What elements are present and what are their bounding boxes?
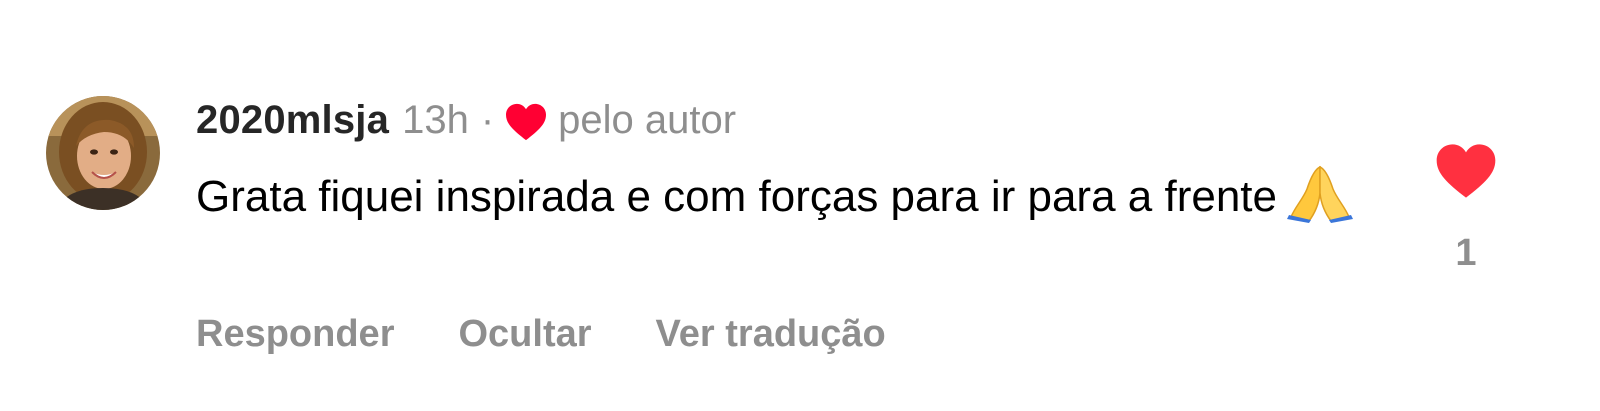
- comment-meta: 2020mlsja 13h · pelo autor: [196, 94, 736, 146]
- liked-by-author-label: pelo autor: [558, 97, 737, 142]
- timestamp[interactable]: 13h: [402, 98, 469, 143]
- like-count: 1: [1455, 232, 1477, 274]
- comment-text-block: Grata fiquei inspirada e com forças para…: [196, 163, 1376, 226]
- hide-button[interactable]: Ocultar: [458, 313, 591, 356]
- folded-hands-icon: [1287, 163, 1353, 223]
- like-button[interactable]: [1434, 140, 1498, 202]
- see-translation-button[interactable]: Ver tradução: [656, 313, 886, 356]
- reply-button[interactable]: Responder: [196, 313, 394, 356]
- heart-filled-icon: [1436, 144, 1496, 198]
- username[interactable]: 2020mlsja: [196, 98, 389, 143]
- comment-actions: Responder Ocultar Ver tradução: [196, 308, 950, 360]
- heart-icon: [504, 102, 548, 142]
- avatar-photo: [46, 96, 160, 210]
- avatar[interactable]: [46, 96, 160, 210]
- comment: 2020mlsja 13h · pelo autor Grata fiquei …: [0, 0, 1600, 411]
- comment-text: Grata fiquei inspirada e com forças para…: [196, 172, 1277, 221]
- separator-dot: ·: [480, 97, 495, 142]
